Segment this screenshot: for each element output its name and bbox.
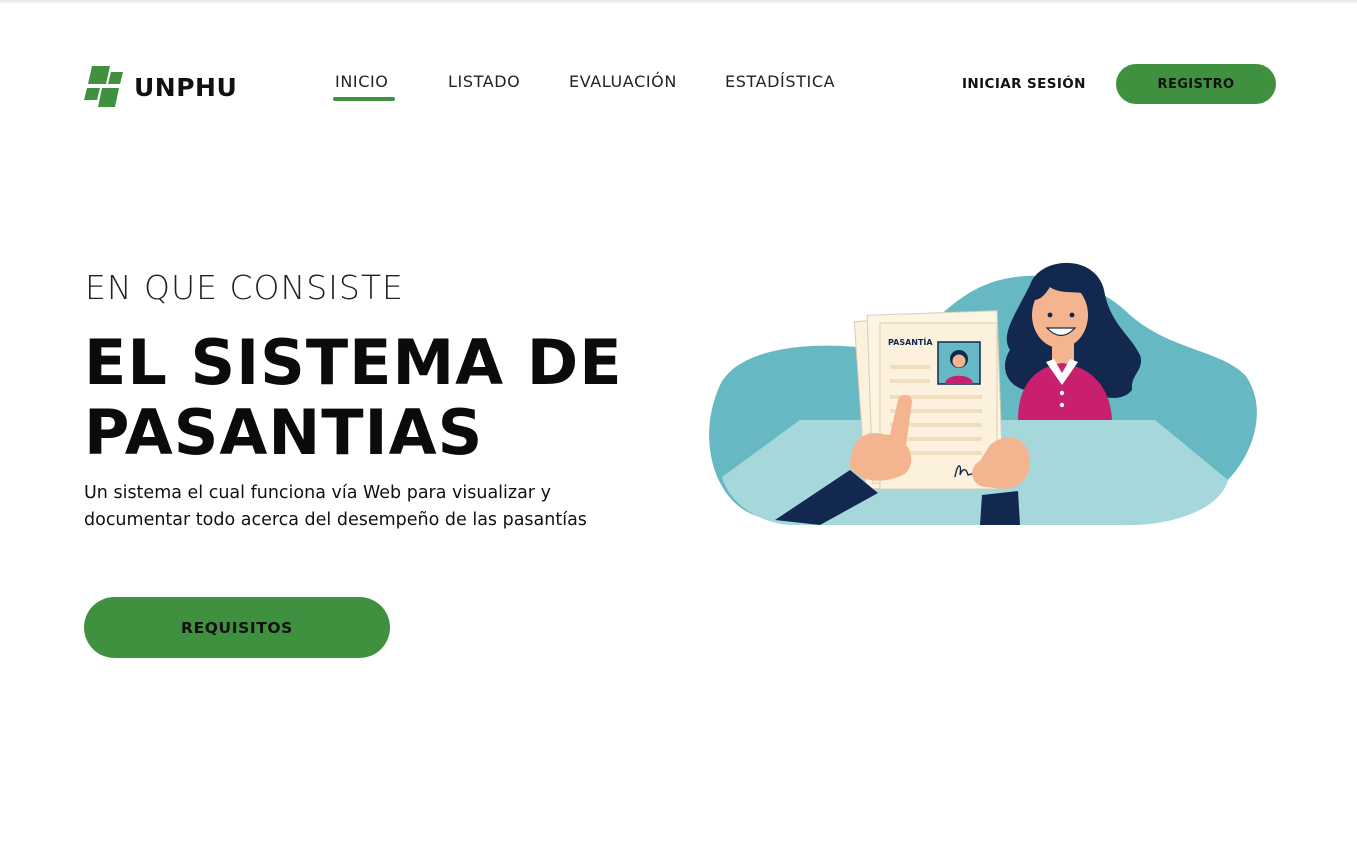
nav-active-indicator xyxy=(333,97,395,101)
hero-title-line1: EL SISTEMA DE xyxy=(84,326,623,399)
nav-inicio[interactable]: INICIO xyxy=(335,72,389,91)
top-shadow xyxy=(0,0,1357,4)
right-sleeve xyxy=(980,491,1020,525)
requirements-button[interactable]: REQUISITOS xyxy=(84,597,390,658)
hero-illustration: PASANTÍA xyxy=(709,262,1257,526)
hero-description: Un sistema el cual funciona vía Web para… xyxy=(84,483,587,530)
login-link[interactable]: INICIAR SESIÓN xyxy=(962,76,1086,92)
unphu-logo-icon xyxy=(84,66,123,107)
nav-listado[interactable]: LISTADO xyxy=(448,72,520,91)
nav-evaluacion[interactable]: EVALUACIÓN xyxy=(569,72,677,91)
brand-logo[interactable]: UNPHU xyxy=(84,66,237,108)
hero-title-line2: PASANTIAS xyxy=(84,396,484,469)
brand-name: UNPHU xyxy=(134,72,238,102)
nav-estadistica[interactable]: ESTADÍSTICA xyxy=(725,72,835,91)
hero-title: EL SISTEMA DE PASANTIAS xyxy=(84,328,704,468)
register-button[interactable]: REGISTRO xyxy=(1116,64,1276,104)
hero-eyebrow: EN QUE CONSISTE xyxy=(85,268,404,307)
document-label: PASANTÍA xyxy=(888,336,933,347)
